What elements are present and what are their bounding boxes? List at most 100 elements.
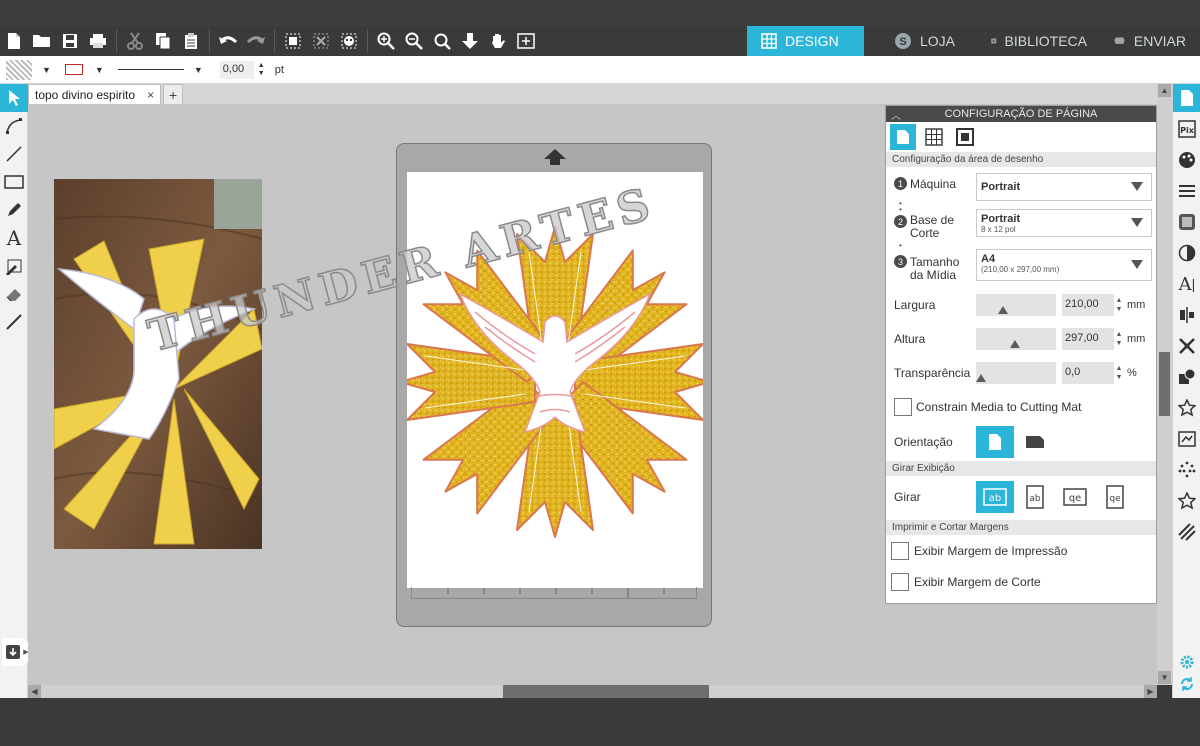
pixscan-icon[interactable]: Pix [1173, 115, 1200, 143]
copy-icon[interactable] [149, 27, 177, 55]
rotate-0-button[interactable]: ab [976, 481, 1014, 513]
paste-icon[interactable] [177, 27, 205, 55]
collapse-chevron-icon[interactable]: ︿ [891, 107, 901, 122]
contrast-icon[interactable] [1173, 239, 1200, 267]
line-style-dropdown-icon[interactable]: ▼ [194, 65, 203, 75]
line-tool-icon[interactable] [0, 140, 28, 168]
horizontal-scroll-thumb[interactable] [503, 685, 709, 698]
rotate-180-button[interactable]: qe [1056, 481, 1094, 513]
width-slider[interactable] [976, 294, 1056, 316]
width-spinner[interactable]: ▲ ▼ [1114, 294, 1124, 316]
border-tab-icon[interactable] [952, 124, 978, 150]
slider-knob[interactable] [998, 306, 1008, 314]
height-slider[interactable] [976, 328, 1056, 350]
media-size-select[interactable]: A4 (210,00 x 297,00 mm) [976, 249, 1152, 281]
knife-tool-icon[interactable] [0, 308, 28, 336]
draw-tool-icon[interactable] [0, 252, 28, 280]
fill-pattern-icon[interactable] [1173, 208, 1200, 236]
line-color-swatch[interactable] [64, 64, 83, 75]
line-width-spinner[interactable]: ▲ ▼ [258, 62, 265, 78]
slider-knob[interactable] [976, 374, 986, 382]
fit-to-page-icon[interactable] [456, 27, 484, 55]
select-by-color-icon[interactable] [335, 27, 363, 55]
tab-send[interactable]: ENVIAR [1101, 26, 1200, 56]
fill-pattern-swatch[interactable] [6, 59, 32, 80]
height-spinner[interactable]: ▲ ▼ [1114, 328, 1124, 350]
line-style-sample[interactable] [117, 69, 184, 70]
select-all-icon[interactable] [279, 27, 307, 55]
scroll-right-icon[interactable]: ▶ [1144, 685, 1157, 698]
transform-icon[interactable] [1173, 332, 1200, 360]
rhinestone-icon[interactable] [1173, 456, 1200, 484]
transparency-input[interactable]: 0,0 [1062, 362, 1114, 384]
align-icon[interactable] [1173, 301, 1200, 329]
new-document-icon[interactable] [0, 27, 28, 55]
scroll-left-icon[interactable]: ◀ [28, 685, 41, 698]
line-width-input[interactable]: 0,00 [219, 60, 254, 79]
close-tab-icon[interactable]: × [147, 88, 154, 102]
slider-knob[interactable] [1010, 340, 1020, 348]
cut-margin-checkbox[interactable] [891, 573, 909, 591]
line-color-dropdown-icon[interactable]: ▼ [95, 65, 104, 75]
replicate-icon[interactable] [1173, 394, 1200, 422]
library-download-icon [991, 38, 997, 44]
point-edit-tool-icon[interactable] [0, 112, 28, 140]
line-style-icon[interactable] [1173, 177, 1200, 205]
eraser-tool-icon[interactable] [0, 280, 28, 308]
fill-color-palette-icon[interactable] [1173, 146, 1200, 174]
cut-base-select[interactable]: Portrait 8 x 12 pol [976, 209, 1152, 237]
deselect-icon[interactable] [307, 27, 335, 55]
rotate-90-button[interactable]: ab [1016, 481, 1054, 513]
transparency-spinner[interactable]: ▲ ▼ [1114, 362, 1124, 384]
fill-dropdown-icon[interactable]: ▼ [42, 65, 51, 75]
vertical-scroll-thumb[interactable] [1159, 352, 1170, 416]
document-tab[interactable]: topo divino espirito × [28, 84, 162, 104]
sketch-icon[interactable] [1173, 518, 1200, 546]
pencil-tool-icon[interactable] [0, 196, 28, 224]
height-input[interactable]: 297,00 [1062, 328, 1114, 350]
open-folder-icon[interactable] [28, 27, 56, 55]
landscape-orientation-button[interactable] [1016, 426, 1054, 458]
undo-icon[interactable] [214, 27, 242, 55]
select-tool-icon[interactable] [0, 84, 28, 112]
offset-star-icon[interactable] [1173, 487, 1200, 515]
cut-scissors-icon[interactable] [121, 27, 149, 55]
portrait-orientation-button[interactable] [976, 426, 1014, 458]
reference-photo[interactable] [54, 179, 262, 549]
zoom-in-icon[interactable] [372, 27, 400, 55]
tab-store[interactable]: S LOJA [864, 26, 973, 56]
page-setup-icon[interactable] [1173, 84, 1200, 112]
machine-select[interactable]: Portrait [976, 173, 1152, 201]
redo-icon[interactable] [242, 27, 270, 55]
constrain-checkbox[interactable] [894, 398, 912, 416]
zoom-out-icon[interactable] [400, 27, 428, 55]
scroll-down-icon[interactable]: ▼ [1158, 671, 1171, 684]
transparency-slider[interactable] [976, 362, 1056, 384]
width-input[interactable]: 210,00 [1062, 294, 1114, 316]
trace-icon[interactable] [1173, 425, 1200, 453]
tab-library[interactable]: BIBLIOTECA [973, 26, 1101, 56]
grid-tab-icon[interactable] [921, 124, 947, 150]
rotate-270-button[interactable]: qe [1096, 481, 1134, 513]
vertical-scrollbar[interactable]: ▲ ▼ [1157, 84, 1172, 685]
text-style-icon[interactable]: A | [1173, 270, 1200, 298]
add-tab-button[interactable]: + [163, 84, 184, 104]
workspace-tabs: DESIGN S LOJA BIBLIOTECA ENVIAR [747, 26, 1200, 56]
rectangle-tool-icon[interactable] [0, 168, 28, 196]
modify-shapes-icon[interactable] [1173, 363, 1200, 391]
rotate-180-icon: qe [1063, 488, 1087, 506]
horizontal-scrollbar[interactable]: ◀ ▶ [28, 685, 1157, 698]
settings-gear-icon[interactable] [1179, 654, 1195, 675]
sync-icon[interactable] [1179, 676, 1195, 697]
scroll-up-icon[interactable]: ▲ [1158, 84, 1171, 97]
add-page-icon[interactable] [512, 27, 540, 55]
page-setup-tab-icon[interactable] [890, 124, 916, 150]
cut-base-detail: 8 x 12 pol [981, 225, 1016, 234]
pan-hand-icon[interactable] [484, 27, 512, 55]
print-margin-checkbox[interactable] [891, 542, 909, 560]
text-tool-icon[interactable]: A [0, 224, 28, 252]
print-icon[interactable] [84, 27, 112, 55]
zoom-select-icon[interactable] [428, 27, 456, 55]
save-icon[interactable] [56, 27, 84, 55]
tab-design[interactable]: DESIGN [747, 26, 864, 56]
